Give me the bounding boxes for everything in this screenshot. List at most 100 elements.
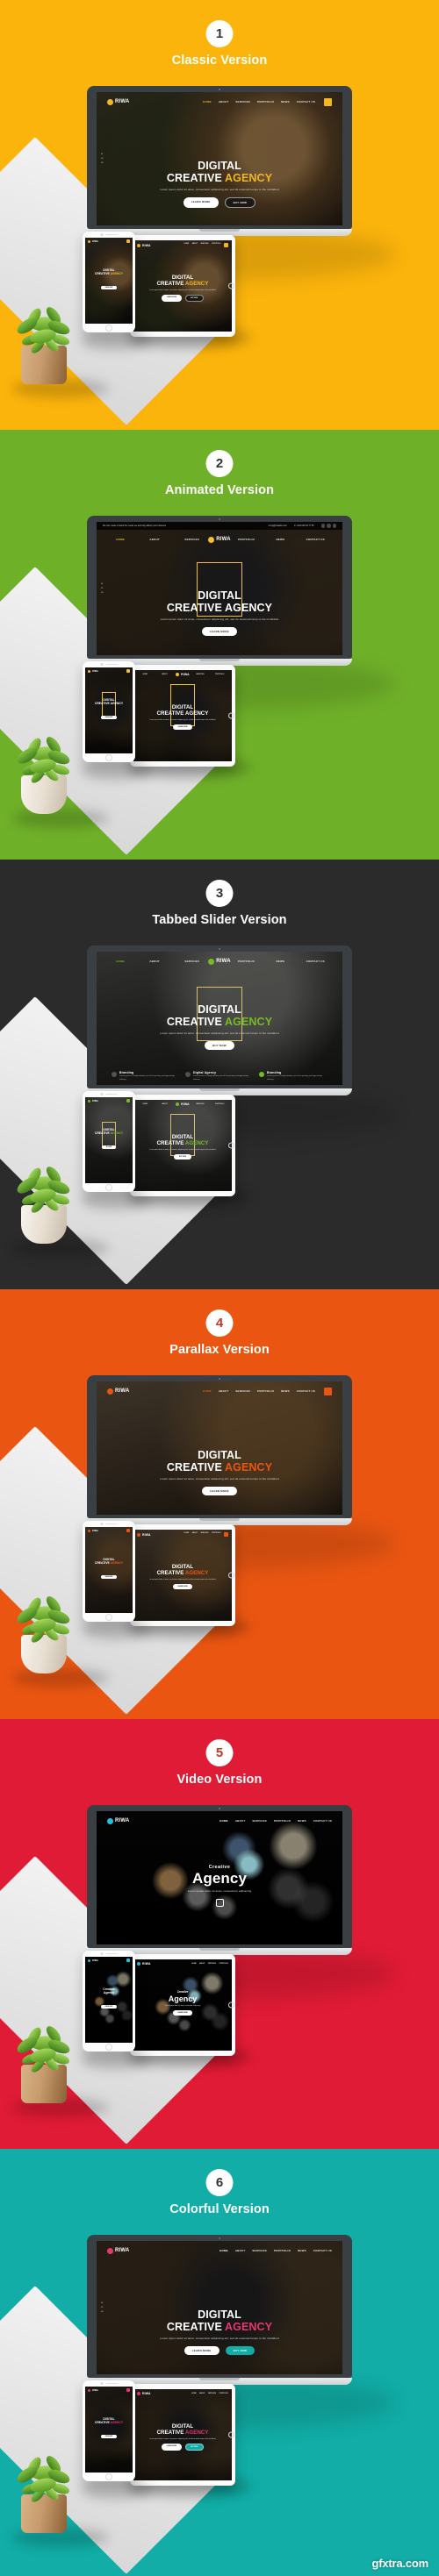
tablet-logo[interactable]: RIWA — [137, 243, 151, 247]
twitter-icon[interactable] — [327, 524, 331, 528]
nav-link-about[interactable]: ABOUT — [219, 1389, 229, 1393]
nav-link-portfolio[interactable]: PORTFOLIO — [274, 1819, 291, 1823]
nav-link-news[interactable]: NEWS — [281, 100, 290, 103]
tablet-logo[interactable]: RIWA — [176, 673, 190, 676]
phone-primary-button[interactable]: LEARN MORE — [100, 1575, 118, 1580]
site-logo[interactable]: RIWA — [107, 2247, 129, 2254]
nav-link-portfolio[interactable]: PORTFOLIO — [238, 538, 255, 541]
slider-page-02[interactable]: 02 — [101, 2307, 103, 2308]
nav-link-about[interactable]: ABOUT — [192, 243, 198, 247]
tablet-primary-button[interactable]: LEARN MORE — [162, 294, 182, 302]
nav-link-portfolio[interactable]: PORTFOLIO — [215, 1103, 224, 1105]
instagram-icon[interactable] — [332, 524, 336, 528]
nav-link-services[interactable]: SERVICES — [252, 1819, 267, 1823]
nav-link-home[interactable]: HOME — [142, 674, 147, 675]
nav-link-about[interactable]: ABOUT — [199, 2393, 205, 2394]
phone-logo[interactable]: RIWA — [88, 2388, 98, 2392]
tablet-secondary-button[interactable]: BUY NOW — [184, 294, 204, 302]
phone-logo[interactable]: RIWA — [88, 239, 98, 243]
topbar-email[interactable]: ✉ hq@riwasite.com — [269, 524, 287, 527]
tablet-home-button[interactable] — [227, 2002, 234, 2009]
slider-pagination[interactable]: 01 02 03 — [101, 583, 103, 594]
phone-primary-button[interactable]: LEARN MORE — [100, 2435, 118, 2439]
nav-link-home[interactable]: HOME — [191, 1963, 196, 1965]
slider-tab[interactable]: Digital Agency Lorem ipsum is simply dumm… — [184, 1071, 254, 1081]
slider-tab[interactable]: Branding Lorem ipsum is simply dummy text… — [258, 1071, 327, 1081]
nav-link-portfolio[interactable]: PORTFOLIO — [257, 1389, 274, 1393]
nav-link-home[interactable]: HOME — [116, 960, 125, 963]
phone-home-button[interactable] — [105, 753, 112, 761]
tablet-primary-button[interactable]: LEARN MORE — [172, 724, 193, 730]
nav-link-news[interactable]: NEWS — [298, 1819, 306, 1823]
tablet-home-button[interactable] — [227, 282, 234, 289]
topbar-phone[interactable]: ✆ +234 000 33 77 55 — [294, 524, 314, 527]
phone-home-button[interactable] — [105, 2043, 112, 2051]
nav-link-home[interactable]: HOME — [184, 243, 189, 247]
nav-link-contact-us[interactable]: CONTACT US — [297, 1389, 315, 1393]
nav-link-services[interactable]: SERVICES — [235, 100, 250, 103]
site-logo[interactable]: RIWA — [208, 958, 231, 965]
slider-pagination[interactable]: 01 02 03 — [101, 2302, 103, 2313]
hero-primary-button[interactable]: BUY NOW — [205, 1041, 234, 1051]
nav-link-portfolio[interactable]: PORTFOLIO — [215, 674, 224, 675]
slider-page-01[interactable]: 01 — [101, 583, 103, 585]
tablet-primary-button[interactable]: LEARN MORE — [162, 2443, 182, 2451]
nav-link-services[interactable]: SERVICES — [200, 243, 208, 247]
phone-menu-button[interactable] — [126, 1529, 130, 1532]
nav-link-about[interactable]: ABOUT — [192, 1532, 198, 1537]
phone-menu-button[interactable] — [126, 669, 130, 673]
site-logo[interactable]: RIWA — [107, 1817, 129, 1824]
nav-link-contact-us[interactable]: CONTACT US — [297, 100, 315, 103]
phone-menu-button[interactable] — [126, 2388, 130, 2392]
nav-link-portfolio[interactable]: PORTFOLIO — [274, 2249, 291, 2252]
nav-link-services[interactable]: SERVICES — [235, 1389, 250, 1393]
slider-page-03[interactable]: 03 — [101, 162, 103, 164]
nav-link-home[interactable]: HOME — [142, 1103, 147, 1105]
phone-primary-button[interactable]: LEARN MORE — [100, 286, 118, 290]
nav-link-services[interactable]: SERVICES — [208, 1963, 216, 1965]
nav-link-about[interactable]: ABOUT — [149, 538, 160, 541]
slider-page-02[interactable]: 02 — [101, 158, 103, 160]
tablet-secondary-button[interactable]: BUY NOW — [184, 2443, 204, 2451]
nav-link-home[interactable]: HOME — [191, 2393, 196, 2394]
nav-link-services[interactable]: SERVICES — [252, 2249, 267, 2252]
phone-menu-button[interactable] — [126, 239, 130, 243]
nav-link-about[interactable]: ABOUT — [219, 100, 229, 103]
nav-link-services[interactable]: SERVICES — [184, 960, 199, 963]
phone-home-button[interactable] — [105, 2473, 112, 2480]
hero-primary-button[interactable]: LEARN MORE — [202, 627, 237, 637]
nav-link-news[interactable]: NEWS — [276, 960, 284, 963]
nav-link-portfolio[interactable]: PORTFOLIO — [257, 100, 274, 103]
phone-logo[interactable]: RIWA — [88, 1529, 98, 1532]
slider-page-01[interactable]: 01 — [101, 2302, 103, 2304]
nav-link-portfolio[interactable]: PORTFOLIO — [220, 2393, 228, 2394]
tablet-nav-cta[interactable] — [224, 1532, 228, 1537]
site-logo[interactable]: RIWA — [107, 98, 129, 105]
nav-link-home[interactable]: HOME — [203, 100, 212, 103]
nav-link-news[interactable]: NEWS — [281, 1389, 290, 1393]
hero-primary-button[interactable]: LEARN MORE — [202, 1487, 237, 1496]
tablet-home-button[interactable] — [227, 1142, 234, 1149]
tablet-nav-cta[interactable] — [224, 243, 228, 247]
phone-home-button[interactable] — [105, 324, 112, 332]
nav-link-portfolio[interactable]: PORTFOLIO — [212, 1532, 220, 1537]
nav-cta-button[interactable] — [324, 97, 332, 106]
tablet-logo[interactable]: RIWA — [176, 1102, 190, 1106]
nav-link-news[interactable]: NEWS — [276, 538, 284, 541]
nav-link-home[interactable]: HOME — [184, 1532, 189, 1537]
phone-home-button[interactable] — [105, 1183, 112, 1191]
tablet-logo[interactable]: RIWA — [137, 1532, 151, 1537]
phone-logo[interactable]: RIWA — [88, 1099, 98, 1102]
hero-secondary-button[interactable]: BUY NOW — [225, 2346, 255, 2356]
site-logo[interactable]: RIWA — [107, 1388, 129, 1395]
nav-link-home[interactable]: HOME — [220, 2249, 228, 2252]
nav-link-contact-us[interactable]: CONTACT US — [306, 538, 325, 541]
slider-page-02[interactable]: 02 — [101, 588, 103, 589]
nav-link-services[interactable]: SERVICES — [196, 674, 204, 675]
slider-page-03[interactable]: 03 — [101, 592, 103, 594]
slider-page-01[interactable]: 01 — [101, 153, 103, 155]
tablet-logo[interactable]: RIWA — [137, 1962, 151, 1966]
nav-link-about[interactable]: ABOUT — [199, 1963, 205, 1965]
tablet-primary-button[interactable]: BUY NOW — [174, 1153, 191, 1160]
tablet-home-button[interactable] — [227, 2431, 234, 2438]
